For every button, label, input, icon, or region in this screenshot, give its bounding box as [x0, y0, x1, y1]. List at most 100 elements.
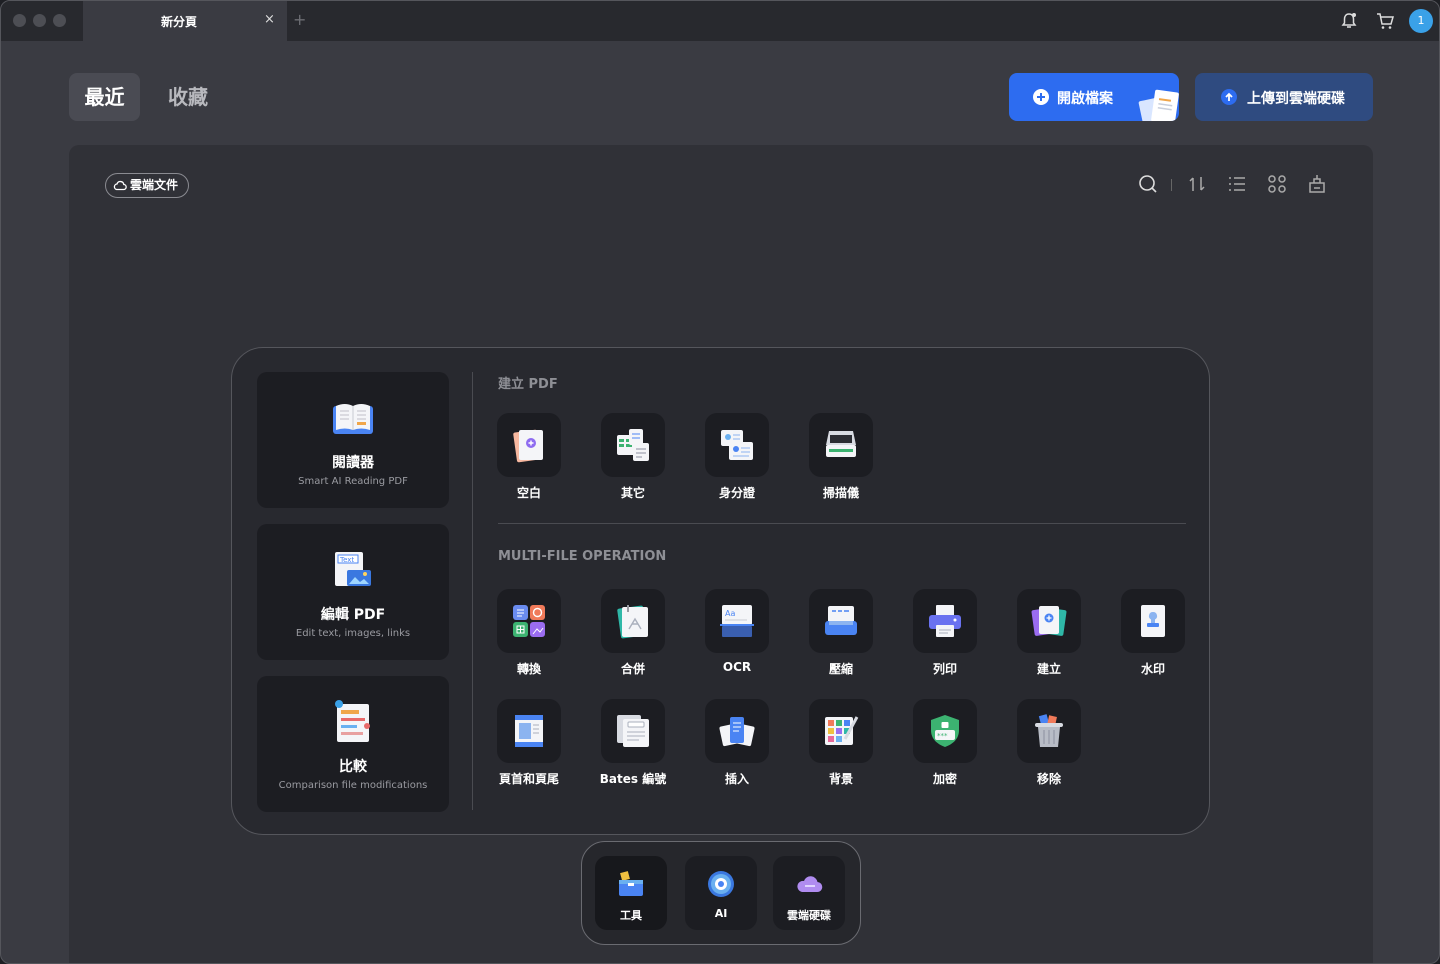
grid-view-icon[interactable]: [1266, 173, 1288, 195]
cart-icon[interactable]: [1375, 11, 1395, 31]
open-file-label: 開啟檔案: [1057, 91, 1113, 107]
tool-id-card-label: 身分證: [718, 486, 755, 500]
encrypt-shield-icon: ***: [931, 715, 959, 747]
ocr-icon: Aa: [720, 605, 754, 637]
cloud-icon: [113, 180, 127, 191]
tool-blank[interactable]: 空白: [497, 413, 561, 501]
tool-encrypt-label: 加密: [932, 772, 957, 786]
dock-ai[interactable]: AI: [685, 856, 757, 930]
edit-pdf-title: 編輯 PDF: [320, 607, 386, 623]
search-icon[interactable]: [1137, 173, 1159, 195]
svg-text:Text: Text: [339, 556, 354, 564]
cloud-docs-button[interactable]: 雲端文件: [105, 173, 190, 198]
create-icon: [1031, 606, 1067, 636]
scanner-icon: [826, 431, 856, 457]
horizontal-divider: [498, 523, 1186, 524]
tool-scanner[interactable]: 掃描儀: [809, 413, 873, 501]
watermark-icon: [1141, 605, 1165, 637]
convert-icon: [513, 605, 545, 637]
edit-pdf-subtitle: Edit text, images, links: [295, 628, 411, 639]
ai-orb-icon: [708, 871, 734, 897]
tool-print[interactable]: 列印: [913, 589, 977, 677]
background-palette-icon: [825, 716, 859, 745]
bell-icon[interactable]: [1339, 11, 1359, 31]
bottom-dock: 工具 AI 雲端硬碟: [581, 841, 861, 945]
avatar[interactable]: 1: [1409, 9, 1433, 33]
dock-cloud-drive-label: 雲端硬碟: [787, 909, 831, 922]
edit-pdf-feature-card[interactable]: Text 編輯 PDF Edit text, images, links: [257, 524, 449, 660]
tool-create-label: 建立: [1036, 662, 1061, 676]
tool-bates-numbering[interactable]: Bates 編號: [600, 699, 666, 787]
plus-circle-icon: [1033, 89, 1049, 105]
tool-compress-label: 壓縮: [828, 662, 853, 676]
tools-panel: 閱讀器 Smart AI Reading PDF Text 編輯 PDF Edi…: [231, 347, 1210, 835]
close-window-button[interactable]: [13, 14, 26, 27]
compare-subtitle: Comparison file modifications: [278, 780, 428, 791]
toolbar-divider: [1171, 179, 1172, 191]
tool-remove[interactable]: 移除: [1017, 699, 1081, 787]
tab-close-icon[interactable]: ×: [264, 12, 275, 27]
tool-convert-label: 轉換: [516, 662, 541, 676]
insert-icon: [719, 717, 755, 747]
minimize-window-button[interactable]: [33, 14, 46, 27]
tab-favorites[interactable]: 收藏: [153, 73, 223, 121]
tool-combine[interactable]: 合併: [601, 589, 665, 677]
list-view-icon[interactable]: [1226, 173, 1248, 195]
tool-header-footer[interactable]: 頁首和頁尾: [497, 699, 561, 787]
upload-cloud-label: 上傳到雲端硬碟: [1247, 91, 1345, 107]
tool-scanner-label: 掃描儀: [822, 486, 859, 500]
tool-compress[interactable]: 壓縮: [809, 589, 873, 677]
new-tab-icon[interactable]: +: [293, 10, 306, 29]
tool-insert[interactable]: 插入: [705, 699, 769, 787]
combine-icon: [617, 605, 648, 639]
tool-convert[interactable]: 轉換: [497, 589, 561, 677]
dock-ai-label: AI: [714, 907, 728, 920]
multi-file-section-title: MULTI-FILE OPERATION: [498, 549, 667, 564]
sort-icon[interactable]: [1186, 173, 1208, 195]
upload-cloud-button[interactable]: 上傳到雲端硬碟: [1195, 73, 1373, 121]
tool-print-label: 列印: [932, 662, 957, 676]
tool-watermark[interactable]: 水印: [1121, 589, 1185, 677]
toolbox-icon: [619, 871, 643, 896]
zoom-window-button[interactable]: [53, 14, 66, 27]
dock-tools[interactable]: 工具: [595, 856, 667, 930]
header-footer-icon: [515, 715, 543, 747]
tool-watermark-label: 水印: [1140, 662, 1165, 676]
trash-can-icon: [1035, 714, 1063, 747]
clear-icon[interactable]: [1306, 173, 1328, 195]
tool-header-footer-label: 頁首和頁尾: [498, 772, 559, 786]
tab-recent[interactable]: 最近: [69, 73, 140, 121]
compare-icon: [335, 700, 370, 742]
book-icon: [333, 404, 373, 434]
browser-tab[interactable]: 新分頁 ×: [83, 1, 287, 41]
tab-title: 新分頁: [161, 15, 198, 29]
tool-id-card[interactable]: 身分證: [705, 413, 769, 501]
title-bar: 新分頁 × + 1: [1, 1, 1439, 41]
tool-other[interactable]: 其它: [601, 413, 665, 501]
svg-text:***: ***: [937, 732, 948, 740]
tool-encrypt[interactable]: *** 加密: [913, 699, 977, 787]
tool-blank-label: 空白: [516, 486, 541, 500]
documents-illustration-icon: [1138, 89, 1179, 121]
tool-ocr[interactable]: Aa OCR: [705, 589, 769, 674]
tool-background[interactable]: 背景: [809, 699, 873, 787]
bates-numbering-icon: [617, 715, 649, 747]
tool-insert-label: 插入: [724, 772, 749, 786]
reader-feature-card[interactable]: 閱讀器 Smart AI Reading PDF: [257, 372, 449, 508]
id-card-icon: [721, 430, 753, 460]
upload-icon: [1221, 89, 1237, 105]
open-file-button[interactable]: 開啟檔案: [1009, 73, 1179, 121]
blank-page-icon: [513, 429, 543, 463]
compare-feature-card[interactable]: 比較 Comparison file modifications: [257, 676, 449, 812]
vertical-divider: [472, 372, 473, 810]
tool-create[interactable]: 建立: [1017, 589, 1081, 677]
tool-background-label: 背景: [828, 772, 853, 786]
printer-icon: [929, 605, 961, 637]
dock-cloud-drive[interactable]: 雲端硬碟: [773, 856, 845, 930]
tool-other-label: 其它: [620, 486, 645, 500]
reader-subtitle: Smart AI Reading PDF: [298, 476, 408, 487]
tool-remove-label: 移除: [1036, 772, 1061, 786]
edit-text-icon: Text: [335, 552, 371, 586]
reader-title: 閱讀器: [332, 455, 374, 471]
other-documents-icon: [617, 429, 649, 461]
